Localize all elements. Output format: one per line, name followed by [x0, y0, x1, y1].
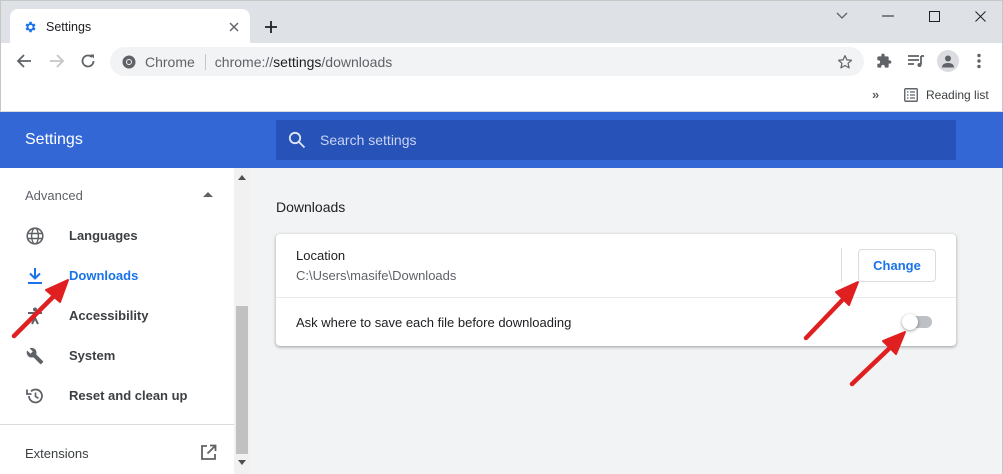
reading-list-button[interactable]: Reading list	[904, 85, 989, 105]
new-tab-icon[interactable]	[261, 17, 281, 37]
bookmarks-overflow-chevron-icon[interactable]: »	[872, 87, 879, 102]
downloads-card: Location C:\Users\masife\Downloads Chang…	[276, 234, 956, 346]
globe-icon	[25, 226, 45, 246]
omnibox-divider	[204, 53, 206, 70]
search-icon	[288, 131, 306, 149]
sidebar-item-languages[interactable]: Languages	[0, 216, 234, 256]
history-icon	[25, 386, 45, 406]
sidebar-item-label: Reset and clean up	[69, 388, 188, 403]
media-queue-icon[interactable]	[906, 51, 926, 71]
browser-toolbar: Chrome chrome://settings/downloads	[0, 43, 1003, 79]
settings-sidebar: Advanced Languages Downloads Accessibili…	[0, 168, 234, 474]
reload-icon[interactable]	[77, 50, 99, 72]
maximize-icon[interactable]	[922, 6, 946, 26]
sidebar-scrollbar[interactable]	[234, 168, 250, 474]
sidebar-item-label: Accessibility	[69, 308, 149, 323]
ask-where-to-save-label: Ask where to save each file before downl…	[296, 315, 572, 330]
collapse-caret-icon[interactable]	[203, 192, 213, 197]
row-separator	[276, 297, 956, 298]
ask-where-to-save-toggle[interactable]	[902, 314, 934, 330]
wrench-icon	[25, 346, 45, 366]
title-bar: Settings	[0, 0, 1003, 44]
bookmarks-bar: » Reading list	[0, 79, 1003, 112]
open-in-new-icon[interactable]	[200, 444, 217, 461]
change-button[interactable]: Change	[858, 249, 936, 282]
browser-tab-settings[interactable]: Settings	[10, 9, 250, 44]
download-icon	[25, 266, 45, 286]
vertical-separator	[841, 248, 842, 282]
url-host: settings	[273, 53, 322, 70]
close-tab-icon[interactable]	[226, 19, 242, 35]
toggle-knob	[902, 314, 918, 330]
sidebar-item-accessibility[interactable]: Accessibility	[0, 296, 234, 336]
scroll-thumb[interactable]	[236, 306, 248, 454]
scroll-up-arrow-icon[interactable]	[238, 175, 246, 180]
settings-title: Settings	[25, 131, 83, 148]
close-window-icon[interactable]	[968, 6, 992, 26]
settings-gear-icon	[23, 20, 37, 34]
sidebar-item-reset[interactable]: Reset and clean up	[0, 376, 234, 416]
tab-title: Settings	[46, 19, 92, 34]
reading-list-label: Reading list	[926, 88, 989, 102]
search-settings-box[interactable]	[276, 120, 956, 160]
location-path: C:\Users\masife\Downloads	[296, 268, 457, 283]
bookmark-star-icon[interactable]	[836, 53, 854, 71]
settings-main: Downloads Location C:\Users\masife\Downl…	[250, 168, 1003, 474]
sidebar-item-label: Downloads	[69, 268, 139, 283]
extensions-puzzle-icon[interactable]	[874, 51, 894, 71]
chrome-logo-icon	[122, 55, 136, 69]
accessibility-icon	[25, 306, 45, 326]
scroll-down-arrow-icon[interactable]	[238, 460, 246, 465]
sidebar-item-downloads[interactable]: Downloads	[0, 256, 234, 296]
sidebar-divider	[0, 424, 234, 425]
forward-arrow-icon[interactable]	[46, 50, 68, 72]
profile-avatar-icon[interactable]	[937, 50, 959, 72]
minimize-icon[interactable]	[876, 6, 900, 26]
more-menu-icon[interactable]	[969, 51, 989, 71]
sidebar-item-label: System	[69, 348, 116, 363]
sidebar-item-label: Languages	[69, 228, 138, 243]
sidebar-item-extensions[interactable]: Extensions	[25, 446, 89, 461]
sidebar-section-advanced[interactable]: Advanced	[25, 188, 83, 203]
url-scheme: chrome://	[214, 53, 274, 70]
url-text[interactable]: chrome://settings/downloads	[215, 54, 392, 70]
sidebar-item-system[interactable]: System	[0, 336, 234, 376]
address-bar[interactable]: Chrome chrome://settings/downloads	[110, 47, 864, 76]
site-info-label[interactable]: Chrome	[145, 54, 195, 70]
back-arrow-icon[interactable]	[13, 50, 35, 72]
reading-list-icon	[904, 88, 918, 102]
search-input[interactable]	[320, 132, 920, 148]
settings-header: Settings	[0, 112, 1003, 168]
location-label: Location	[296, 248, 346, 263]
tab-search-chevron-icon[interactable]	[830, 6, 854, 26]
page-title: Downloads	[276, 199, 346, 215]
url-path: /downloads	[321, 53, 393, 70]
